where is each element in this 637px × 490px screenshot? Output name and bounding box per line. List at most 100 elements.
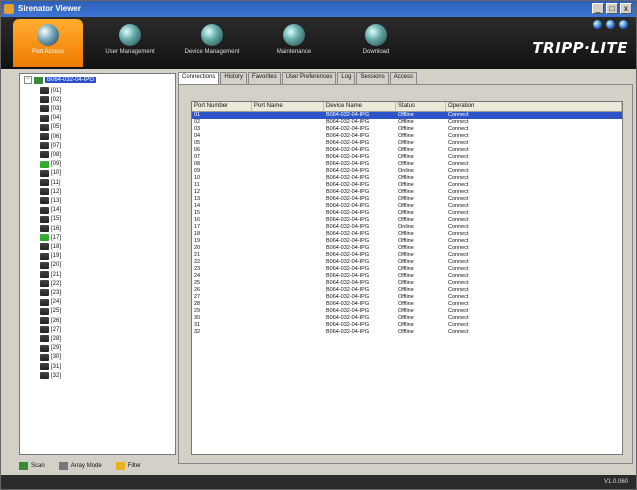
cell-operation[interactable]: Connect (446, 224, 622, 231)
table-row[interactable]: 13 B064-032-04-IPG Offline Connect (192, 196, 622, 203)
table-row[interactable]: 12 B064-032-04-IPG Offline Connect (192, 189, 622, 196)
tree-node[interactable]: [28] (40, 334, 61, 343)
table-row[interactable]: 30 B064-032-04-IPG Offline Connect (192, 315, 622, 322)
cell-operation[interactable]: Connect (446, 287, 622, 294)
tree-node[interactable]: [23] (40, 288, 61, 297)
table-row[interactable]: 27 B064-032-04-IPG Offline Connect (192, 294, 622, 301)
table-row[interactable]: 20 B064-032-04-IPG Offline Connect (192, 245, 622, 252)
status-dot-icon[interactable] (619, 20, 628, 29)
table-row[interactable]: 05 B064-032-04-IPG Offline Connect (192, 140, 622, 147)
column-port-name[interactable]: Port Name (252, 102, 324, 111)
cell-operation[interactable]: Connect (446, 280, 622, 287)
table-row[interactable]: 10 B064-032-04-IPG Offline Connect (192, 175, 622, 182)
cell-operation[interactable]: Connect (446, 217, 622, 224)
tab-log[interactable]: Log (337, 72, 356, 84)
tab-favorites[interactable]: Favorites (248, 72, 281, 84)
tree-node[interactable]: [21] (40, 270, 61, 279)
status-dot-icon[interactable] (593, 20, 602, 29)
table-row[interactable]: 08 B064-032-04-IPG Offline Connect (192, 161, 622, 168)
tree-node[interactable]: [07] (40, 141, 61, 150)
cell-operation[interactable]: Connect (446, 119, 622, 126)
table-row[interactable]: 26 B064-032-04-IPG Offline Connect (192, 287, 622, 294)
table-row[interactable]: 09 B064-032-04-IPG Online Connect (192, 168, 622, 175)
cell-operation[interactable]: Connect (446, 147, 622, 154)
tab-user-preferences[interactable]: User Preferences (281, 72, 337, 84)
table-row[interactable]: 21 B064-032-04-IPG Offline Connect (192, 252, 622, 259)
cell-operation[interactable]: Connect (446, 112, 622, 119)
nav-device-management[interactable]: Device Management (177, 19, 247, 67)
cell-operation[interactable]: Connect (446, 315, 622, 322)
table-row[interactable]: 02 B064-032-04-IPG Offline Connect (192, 119, 622, 126)
table-row[interactable]: 25 B064-032-04-IPG Offline Connect (192, 280, 622, 287)
table-row[interactable]: 11 B064-032-04-IPG Offline Connect (192, 182, 622, 189)
tree-node[interactable]: [12] (40, 187, 61, 196)
tree-node[interactable]: [31] (40, 362, 61, 371)
table-row[interactable]: 14 B064-032-04-IPG Offline Connect (192, 203, 622, 210)
table-row[interactable]: 03 B064-032-04-IPG Offline Connect (192, 126, 622, 133)
cell-operation[interactable]: Connect (446, 168, 622, 175)
cell-operation[interactable]: Connect (446, 238, 622, 245)
tree-node[interactable]: [32] (40, 371, 61, 380)
nav-user-management[interactable]: User Management (95, 19, 165, 67)
minimize-button[interactable]: _ (592, 3, 604, 14)
status-dot-icon[interactable] (606, 20, 615, 29)
column-operation[interactable]: Operation (446, 102, 622, 111)
cell-operation[interactable]: Connect (446, 210, 622, 217)
cell-operation[interactable]: Connect (446, 266, 622, 273)
tree-node[interactable]: [29] (40, 344, 61, 353)
tree-node[interactable]: [04] (40, 114, 61, 123)
title-bar[interactable]: Sirenator Viewer _ □ x (1, 1, 636, 17)
cell-operation[interactable]: Connect (446, 161, 622, 168)
nav-port-access[interactable]: Port Access (13, 19, 83, 67)
column-status[interactable]: Status (396, 102, 446, 111)
cell-operation[interactable]: Connect (446, 294, 622, 301)
nav-download[interactable]: Download (341, 19, 411, 67)
cell-operation[interactable]: Connect (446, 301, 622, 308)
tree-node[interactable]: [11] (40, 178, 61, 187)
tree-node[interactable]: [26] (40, 316, 61, 325)
tree-node[interactable]: [15] (40, 215, 61, 224)
nav-maintenance[interactable]: Maintenance (259, 19, 329, 67)
scan-button[interactable]: Scan (19, 462, 45, 470)
cell-operation[interactable]: Connect (446, 252, 622, 259)
tree-node[interactable]: [02] (40, 95, 61, 104)
table-row[interactable]: 17 B064-032-04-IPG Online Connect (192, 224, 622, 231)
maximize-button[interactable]: □ (606, 3, 618, 14)
cell-operation[interactable]: Connect (446, 273, 622, 280)
table-row[interactable]: 04 B064-032-04-IPG Offline Connect (192, 133, 622, 140)
close-button[interactable]: x (620, 3, 632, 14)
tree-node[interactable]: [27] (40, 325, 61, 334)
tab-access[interactable]: Access (389, 72, 418, 84)
table-row[interactable]: 24 B064-032-04-IPG Offline Connect (192, 273, 622, 280)
tab-history[interactable]: History (220, 72, 248, 84)
cell-operation[interactable]: Connect (446, 203, 622, 210)
tree-node[interactable]: [22] (40, 279, 61, 288)
cell-operation[interactable]: Connect (446, 196, 622, 203)
tree-node[interactable]: [05] (40, 123, 61, 132)
table-row[interactable]: 15 B064-032-04-IPG Offline Connect (192, 210, 622, 217)
cell-operation[interactable]: Connect (446, 245, 622, 252)
table-row[interactable]: 18 B064-032-04-IPG Offline Connect (192, 231, 622, 238)
tree-node[interactable]: [16] (40, 224, 61, 233)
tree-node[interactable]: [18] (40, 242, 61, 251)
cell-operation[interactable]: Connect (446, 126, 622, 133)
tree-node[interactable]: [03] (40, 104, 61, 113)
cell-operation[interactable]: Connect (446, 231, 622, 238)
cell-operation[interactable]: Connect (446, 322, 622, 329)
table-row[interactable]: 16 B064-032-04-IPG Offline Connect (192, 217, 622, 224)
tab-connections[interactable]: Connections (178, 72, 220, 84)
filter-button[interactable]: Filter (115, 462, 141, 470)
tree-node[interactable]: [10] (40, 169, 61, 178)
cell-operation[interactable]: Connect (446, 133, 622, 140)
tab-sessions[interactable]: Sessions (356, 72, 389, 84)
tree-node[interactable]: [08] (40, 150, 61, 159)
collapse-icon[interactable]: − (24, 76, 32, 84)
table-row[interactable]: 28 B064-032-04-IPG Offline Connect (192, 301, 622, 308)
column-device-name[interactable]: Device Name (324, 102, 396, 111)
column-port-number[interactable]: Port Number (192, 102, 252, 111)
table-row[interactable]: 19 B064-032-04-IPG Offline Connect (192, 238, 622, 245)
port-tree[interactable]: − B064-032-04-IPG [01] [02] [03] [04] [05] [0… (19, 73, 176, 455)
cell-operation[interactable]: Connect (446, 329, 622, 336)
cell-operation[interactable]: Connect (446, 189, 622, 196)
tree-node[interactable]: [19] (40, 252, 61, 261)
